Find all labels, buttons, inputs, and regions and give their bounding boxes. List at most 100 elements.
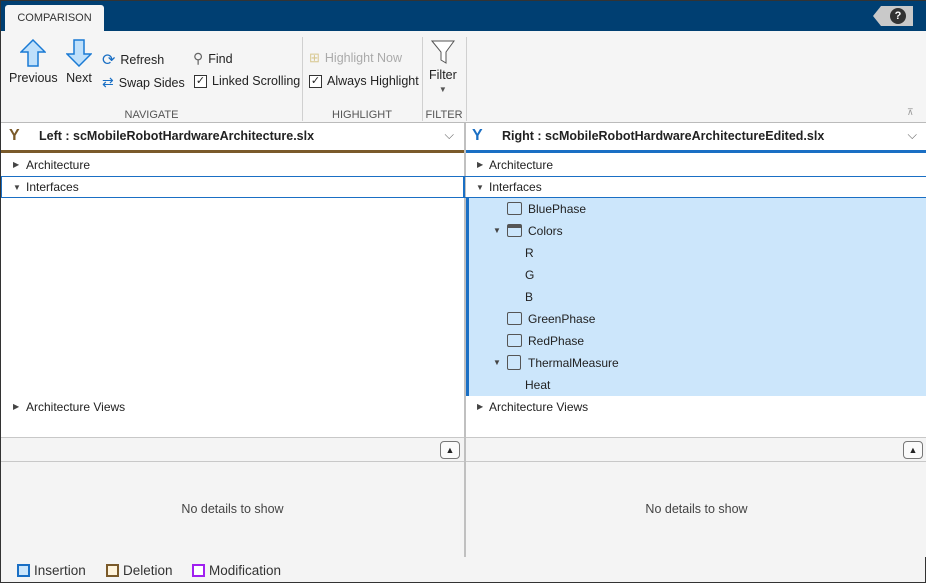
dropdown-arrow-icon: ▼ bbox=[438, 85, 447, 94]
interface-icon bbox=[507, 355, 521, 370]
details-header: ▲ bbox=[1, 438, 464, 462]
highlight-now-label: Highlight Now bbox=[324, 51, 403, 65]
tree-row-selected[interactable]: ▼ Interfaces bbox=[1, 176, 464, 198]
right-details-pane: ▲ No details to show bbox=[466, 437, 926, 557]
tree-row[interactable]: ▶ Architecture bbox=[1, 154, 464, 176]
always-highlight-label: Always Highlight bbox=[327, 74, 419, 88]
help-icon: ? bbox=[890, 8, 906, 24]
left-panel: Y Left : scMobileRobotHardwareArchitectu… bbox=[1, 123, 464, 437]
row-label: Architecture bbox=[489, 158, 554, 172]
highlight-now-button[interactable]: ⊞ Highlight Now bbox=[309, 50, 402, 66]
bus-element-icon bbox=[507, 202, 522, 215]
left-header[interactable]: Y Left : scMobileRobotHardwareArchitectu… bbox=[1, 123, 464, 153]
tree-row[interactable]: Heat bbox=[469, 374, 926, 396]
toolstrip: Previous Next ⟳ Refresh ⇄ Swap Sides ⚲ Find… bbox=[1, 31, 926, 123]
tab-comparison[interactable]: COMPARISON bbox=[5, 5, 104, 31]
chevron-down-icon[interactable]: ⌵ bbox=[908, 122, 917, 148]
tree-row[interactable]: B bbox=[469, 286, 926, 308]
refresh-button[interactable]: ⟳ Refresh bbox=[102, 50, 164, 70]
find-button[interactable]: ⚲ Find bbox=[193, 50, 233, 67]
filter-label: Filter bbox=[429, 68, 457, 82]
row-label: BluePhase bbox=[528, 202, 587, 216]
left-file-title: Left : scMobileRobotHardwareArchitecture… bbox=[39, 129, 315, 143]
tree-row-selected[interactable]: ▼ Interfaces bbox=[464, 176, 926, 198]
row-label: B bbox=[525, 290, 534, 304]
right-panel: Y Right : scMobileRobotHardwareArchitect… bbox=[464, 123, 926, 437]
row-label: R bbox=[525, 246, 534, 260]
filter-icon bbox=[430, 40, 455, 64]
previous-button[interactable]: Previous bbox=[9, 39, 58, 85]
always-highlight-checkbox[interactable]: ✓ Always Highlight bbox=[309, 74, 419, 88]
checkbox-icon: ✓ bbox=[194, 74, 207, 88]
legend-label: Deletion bbox=[123, 563, 173, 578]
tree-row[interactable]: RedPhase bbox=[469, 330, 926, 352]
insertion-swatch-icon bbox=[17, 564, 30, 577]
refresh-icon: ⟳ bbox=[102, 52, 116, 69]
legend-insertion: Insertion bbox=[17, 563, 86, 578]
branch-icon: Y bbox=[472, 127, 483, 144]
tree-row[interactable]: ▶ Architecture Views bbox=[1, 396, 464, 418]
bus-element-icon bbox=[507, 334, 522, 347]
deletion-swatch-icon bbox=[106, 564, 119, 577]
arrow-down-icon bbox=[66, 39, 92, 67]
section-highlight: HIGHLIGHT bbox=[332, 109, 392, 121]
tree-row[interactable]: R bbox=[469, 242, 926, 264]
checkbox-icon: ✓ bbox=[309, 74, 322, 88]
right-header[interactable]: Y Right : scMobileRobotHardwareArchitect… bbox=[466, 123, 926, 153]
no-details-text: No details to show bbox=[181, 502, 284, 516]
details-header: ▲ bbox=[466, 438, 926, 462]
tree-row[interactable]: ▼ ThermalMeasure bbox=[469, 352, 926, 374]
legend-label: Insertion bbox=[34, 563, 86, 578]
row-label: Heat bbox=[525, 378, 551, 392]
swap-label: Swap Sides bbox=[118, 75, 185, 90]
tree-row[interactable]: G bbox=[469, 264, 926, 286]
previous-label: Previous bbox=[9, 71, 58, 85]
section-filter: FILTER bbox=[425, 109, 463, 121]
no-details-text: No details to show bbox=[645, 502, 748, 516]
row-label: Interfaces bbox=[489, 180, 542, 194]
legend-label: Modification bbox=[209, 563, 282, 578]
find-label: Find bbox=[208, 51, 233, 66]
legend-modification: Modification bbox=[192, 563, 281, 578]
tree-row[interactable]: ▼ Colors bbox=[469, 220, 926, 242]
arrow-up-icon bbox=[20, 39, 47, 67]
swap-icon: ⇄ bbox=[102, 74, 114, 90]
chevron-down-icon[interactable]: ⌵ bbox=[445, 122, 454, 148]
row-label: Architecture Views bbox=[26, 400, 126, 414]
branch-icon: Y bbox=[9, 127, 20, 144]
right-file-title: Right : scMobileRobotHardwareArchitectur… bbox=[502, 129, 825, 143]
filter-button[interactable]: Filter ▼ bbox=[429, 39, 457, 94]
title-bar bbox=[1, 1, 926, 31]
tree-row[interactable]: GreenPhase bbox=[469, 308, 926, 330]
collapse-details-button[interactable]: ▲ bbox=[440, 441, 460, 459]
row-label: GreenPhase bbox=[528, 312, 596, 326]
section-navigate: NAVIGATE bbox=[124, 109, 179, 121]
swap-sides-button[interactable]: ⇄ Swap Sides bbox=[102, 74, 185, 91]
tree-row[interactable]: ▶ Architecture Views bbox=[466, 396, 926, 418]
row-label: RedPhase bbox=[528, 334, 585, 348]
magnifier-icon: ⚲ bbox=[193, 50, 204, 66]
next-button[interactable]: Next bbox=[66, 39, 92, 85]
refresh-label: Refresh bbox=[120, 53, 165, 67]
linked-scrolling-checkbox[interactable]: ✓ Linked Scrolling bbox=[194, 74, 300, 88]
tree-row[interactable]: BluePhase bbox=[469, 198, 926, 220]
help-button[interactable]: ? bbox=[873, 6, 913, 26]
row-label: Interfaces bbox=[26, 180, 79, 194]
row-label: G bbox=[525, 268, 535, 282]
left-details-pane: ▲ No details to show bbox=[1, 437, 464, 557]
insertion-block: BluePhase ▼ Colors R G B GreenPhase RedPh… bbox=[466, 198, 926, 396]
next-label: Next bbox=[66, 71, 92, 85]
highlight-icon: ⊞ bbox=[309, 50, 320, 65]
collapse-toolstrip-icon[interactable]: ⊼ bbox=[907, 107, 914, 118]
row-label: Architecture Views bbox=[489, 400, 589, 414]
collapse-details-button[interactable]: ▲ bbox=[903, 441, 923, 459]
tree-row[interactable]: ▶ Architecture bbox=[466, 154, 926, 176]
legend-deletion: Deletion bbox=[106, 563, 173, 578]
divider bbox=[466, 37, 467, 121]
row-label: Architecture bbox=[26, 158, 91, 172]
row-label: Colors bbox=[528, 224, 563, 238]
interface-icon bbox=[507, 224, 522, 237]
linked-scrolling-label: Linked Scrolling bbox=[212, 74, 301, 88]
modification-swatch-icon bbox=[192, 564, 205, 577]
row-label: ThermalMeasure bbox=[528, 356, 619, 370]
